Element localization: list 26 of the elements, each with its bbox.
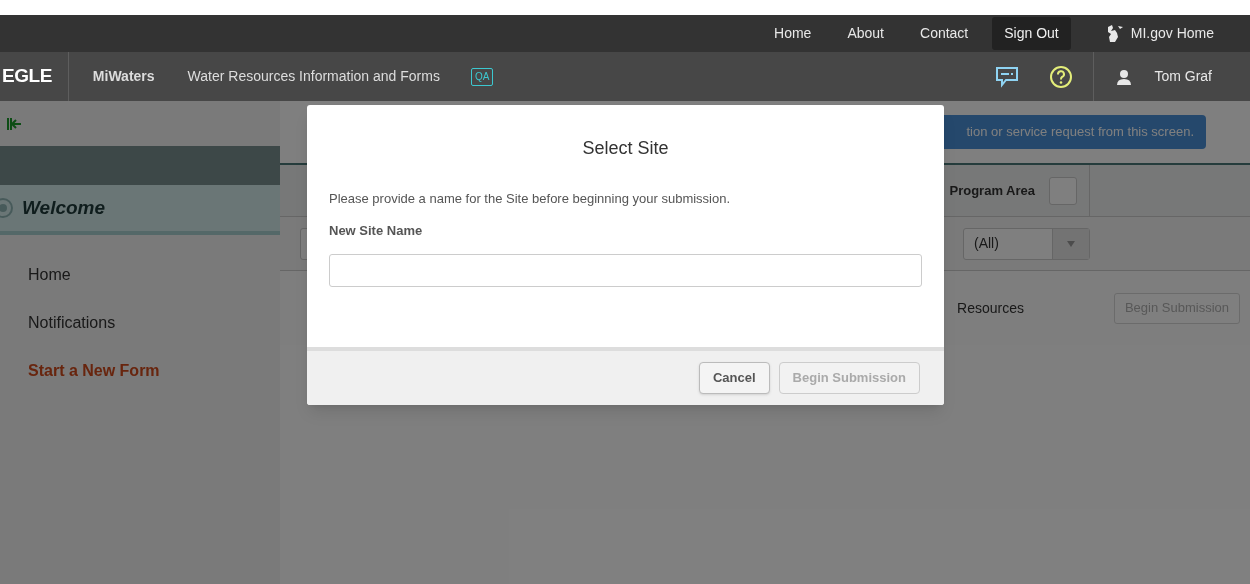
environment-badge: QA (470, 67, 494, 86)
app-subtitle: Water Resources Information and Forms (187, 67, 440, 86)
nav-link[interactable]: Contact (908, 17, 981, 50)
help-icon[interactable] (1049, 64, 1074, 89)
nav-link[interactable]: Sign Out (992, 17, 1071, 50)
cell-text: Resources (957, 298, 1024, 318)
sidebar-item[interactable]: Home (28, 263, 280, 287)
feedback-icon[interactable] (995, 65, 1020, 88)
dialog-message: Please provide a name for the Site before beginning your submission. (329, 190, 732, 208)
site-name-field[interactable] (329, 254, 922, 287)
caret-icon (1067, 240, 1075, 247)
dialog-title: Select Site (581, 137, 670, 160)
section-title: Welcome (22, 195, 106, 220)
dialog-button[interactable]: Cancel (698, 362, 770, 394)
sort-button[interactable] (1049, 176, 1077, 205)
user-icon (1116, 68, 1133, 85)
sidebar-item[interactable]: Notifications (28, 311, 280, 335)
filter-dropdown[interactable]: (All) (963, 227, 1090, 260)
column-header: Program Area (949, 181, 1035, 200)
nav-link[interactable]: Home (762, 17, 824, 50)
collapse-icon[interactable] (6, 116, 22, 131)
nav-link[interactable]: About (835, 17, 896, 50)
user-name[interactable]: Tom Graf (1154, 66, 1212, 87)
app-name: MiWaters (92, 67, 155, 86)
field-label: New Site Name (329, 221, 424, 240)
state-home-link[interactable]: MI.gov Home (1104, 23, 1214, 44)
